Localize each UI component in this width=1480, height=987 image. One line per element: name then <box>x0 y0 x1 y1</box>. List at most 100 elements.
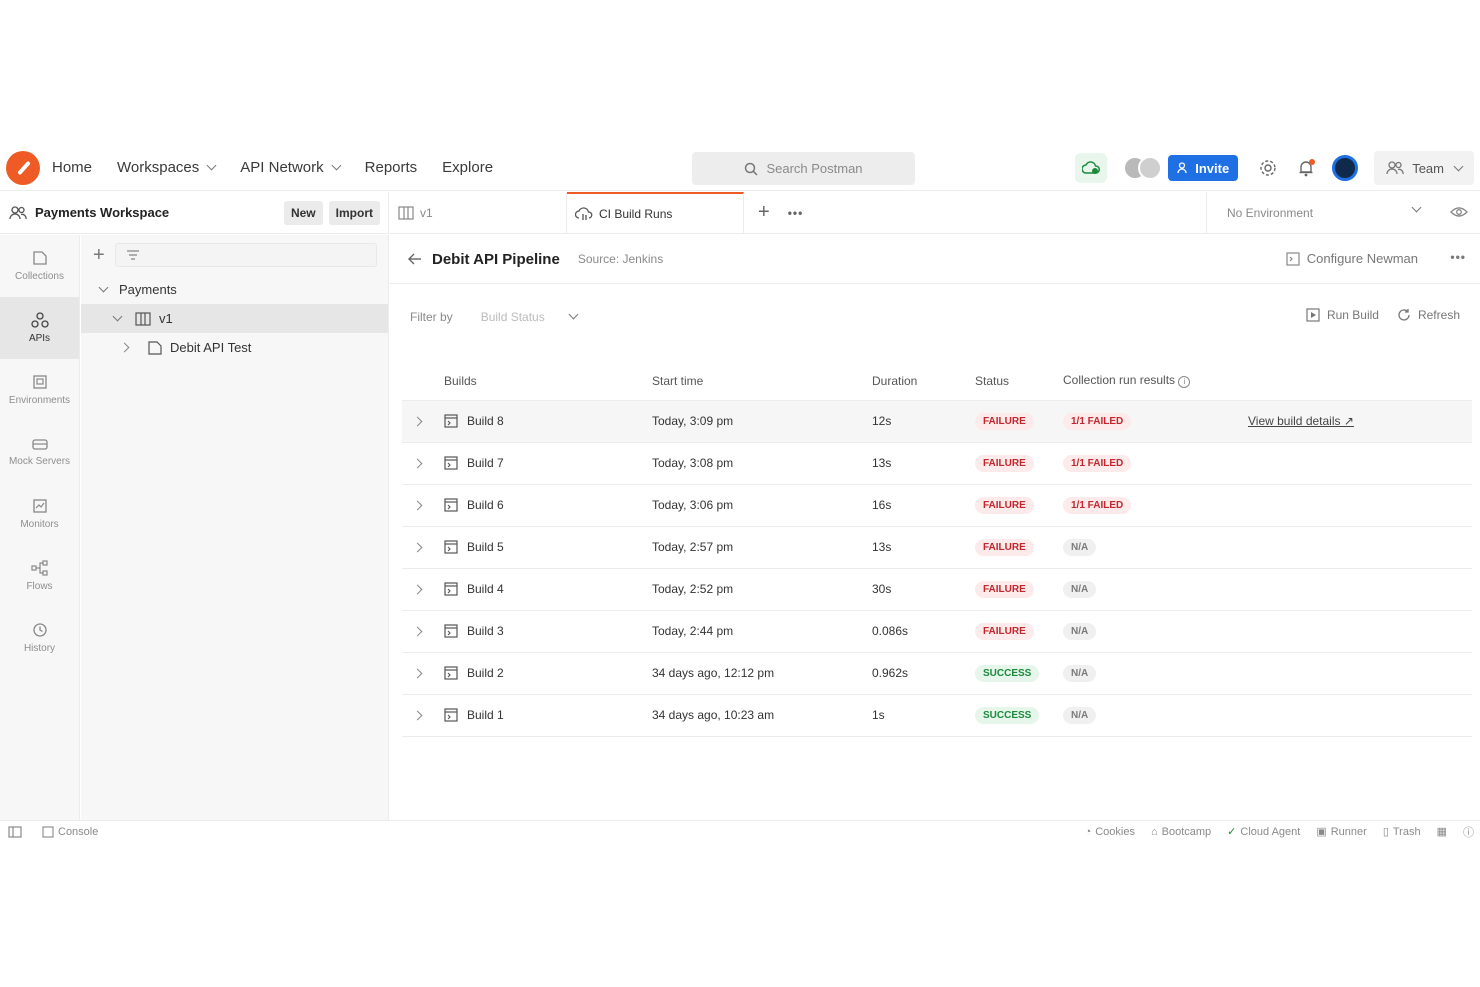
monitors-icon <box>32 499 47 513</box>
table-row[interactable]: Build 6 Today, 3:06 pm 16s FAILURE 1/1 FAILE… <box>402 484 1472 527</box>
postman-logo-icon[interactable] <box>6 150 40 185</box>
api-icon <box>398 205 414 220</box>
col-builds: Builds <box>432 362 652 401</box>
play-icon <box>1306 308 1320 322</box>
status-badge: FAILURE <box>975 454 1034 472</box>
build-name: Build 2 <box>467 666 504 680</box>
view-build-details-link[interactable]: View build details ↗ <box>1248 414 1354 428</box>
col-collection-run-results: Collection run results i <box>1063 362 1248 401</box>
back-arrow-icon[interactable] <box>408 253 422 265</box>
sidebar-item-collections[interactable]: Collections <box>0 235 79 297</box>
runner-button[interactable]: ▣ Runner <box>1316 825 1366 839</box>
tab-ci-build-runs[interactable]: CI Build Runs <box>567 191 744 234</box>
chevron-down-icon <box>1453 161 1464 171</box>
build-icon <box>444 414 458 428</box>
start-time: Today, 2:44 pm <box>652 610 872 653</box>
new-tab-plus-icon[interactable]: + <box>758 201 770 224</box>
workspace-name[interactable]: Payments Workspace <box>35 205 169 220</box>
eye-icon[interactable] <box>1450 206 1468 218</box>
table-row[interactable]: Build 5 Today, 2:57 pm 13s FAILURE N/A <box>402 526 1472 569</box>
cookie-icon: ◔ <box>1084 825 1092 838</box>
nav-api-network[interactable]: API Network <box>240 159 342 176</box>
chevron-right-icon[interactable] <box>412 626 423 637</box>
import-button[interactable]: Import <box>328 200 380 225</box>
top-nav: Home Workspaces API Network Reports Expl… <box>0 145 1480 191</box>
refresh-icon <box>1398 309 1410 321</box>
avatar <box>1138 156 1163 180</box>
start-time: Today, 3:09 pm <box>652 400 872 443</box>
table-row[interactable]: Build 1 34 days ago, 10:23 am 1s SUCCESS N/A <box>402 694 1472 737</box>
settings-gear-icon[interactable] <box>1256 156 1280 180</box>
bootcamp-icon: ⌂ <box>1150 825 1158 838</box>
console-button[interactable]: Console <box>42 826 98 838</box>
main-content: Debit API Pipeline Source: Jenkins Confi… <box>390 235 1480 820</box>
table-row[interactable]: Build 3 Today, 2:44 pm 0.086s FAILURE N/A <box>402 610 1472 653</box>
sidebar-item-flows[interactable]: Flows <box>0 545 79 607</box>
start-time: 34 days ago, 10:23 am <box>652 694 872 737</box>
more-options-icon[interactable]: ••• <box>1450 250 1466 264</box>
chevron-right-icon[interactable] <box>412 500 423 511</box>
team-menu-button[interactable]: Team <box>1374 151 1474 185</box>
pipeline-source: Source: Jenkins <box>577 252 664 266</box>
run-build-button[interactable]: Run Build <box>1306 308 1379 322</box>
nav-home[interactable]: Home <box>52 159 92 176</box>
chevron-right-icon[interactable] <box>412 542 423 553</box>
environment-select[interactable]: No Environment <box>1206 192 1480 234</box>
table-row[interactable]: Build 8 Today, 3:09 pm 12s FAILURE 1/1 FAILE… <box>402 400 1472 443</box>
add-plus-icon[interactable]: + <box>93 244 105 267</box>
table-row[interactable]: Build 4 Today, 2:52 pm 30s FAILURE N/A <box>402 568 1472 611</box>
build-icon <box>444 540 458 554</box>
cloud-agent-button[interactable]: ✓ Cloud Agent <box>1227 825 1300 839</box>
tree-item-debit-api-test[interactable]: Debit API Test <box>81 333 388 362</box>
configure-newman-button[interactable]: Configure Newman <box>1286 251 1418 266</box>
info-icon[interactable]: i <box>1178 376 1191 389</box>
tree-item-payments[interactable]: Payments <box>81 275 388 304</box>
tab-bar: v1 CI Build Runs + ••• No Environment <box>390 191 1480 234</box>
chevron-right-icon[interactable] <box>412 584 423 595</box>
page-header: Debit API Pipeline Source: Jenkins Confi… <box>390 235 1480 284</box>
team-avatars[interactable] <box>1123 156 1163 180</box>
table-row[interactable]: Build 7 Today, 3:08 pm 13s FAILURE 1/1 FAILE… <box>402 442 1472 485</box>
tab-v1[interactable]: v1 <box>390 191 567 234</box>
invite-button[interactable]: Invite <box>1168 155 1239 181</box>
nav-explore[interactable]: Explore <box>442 159 493 176</box>
col-duration: Duration <box>872 362 975 401</box>
new-button[interactable]: New <box>283 200 323 225</box>
nav-reports[interactable]: Reports <box>365 159 418 176</box>
start-time: Today, 2:57 pm <box>652 526 872 569</box>
team-icon <box>1386 161 1404 175</box>
sidebar-item-apis[interactable]: APIs <box>0 297 79 359</box>
sidebar-item-history[interactable]: History <box>0 607 79 669</box>
notifications-bell-icon[interactable] <box>1294 156 1318 180</box>
nav-workspaces[interactable]: Workspaces <box>117 159 217 176</box>
user-profile-avatar[interactable] <box>1332 155 1359 181</box>
chevron-right-icon[interactable] <box>412 458 423 469</box>
table-header-row: Builds Start time Duration Status Collec… <box>402 362 1472 401</box>
trash-button[interactable]: ▯ Trash <box>1383 825 1421 839</box>
sidebar-item-monitors[interactable]: Monitors <box>0 483 79 545</box>
sidebar-item-mock-servers[interactable]: Mock Servers <box>0 421 79 483</box>
table-row[interactable]: Build 2 34 days ago, 12:12 pm 0.962s SUCCES… <box>402 652 1472 695</box>
search-input[interactable]: Search Postman <box>692 152 915 185</box>
tree-item-v1[interactable]: v1 <box>81 304 388 333</box>
cookies-button[interactable]: ◔ Cookies <box>1085 826 1135 838</box>
build-status-filter[interactable]: Build Status <box>481 310 579 324</box>
chevron-down-icon <box>206 160 217 171</box>
sidebar-item-environments[interactable]: Environments <box>0 359 79 421</box>
chevron-right-icon[interactable] <box>412 710 423 721</box>
build-name: Build 7 <box>467 456 504 470</box>
bootcamp-button[interactable]: ⌂ Bootcamp <box>1151 826 1211 838</box>
chevron-right-icon[interactable] <box>412 668 423 679</box>
cloud-sync-icon[interactable] <box>1075 153 1108 183</box>
build-icon <box>444 456 458 470</box>
toggle-sidebar-icon[interactable] <box>8 825 22 838</box>
build-name: Build 3 <box>467 624 504 638</box>
tab-more-icon[interactable]: ••• <box>788 206 804 220</box>
chevron-right-icon[interactable] <box>412 416 423 427</box>
layout-grid-icon[interactable]: ▦ <box>1437 825 1447 838</box>
tree-filter-input[interactable] <box>114 243 377 267</box>
help-icon[interactable]: ⓘ <box>1463 824 1474 840</box>
chevron-down-icon <box>331 160 342 171</box>
refresh-button[interactable]: Refresh <box>1397 308 1460 322</box>
status-badge: FAILURE <box>975 496 1034 514</box>
